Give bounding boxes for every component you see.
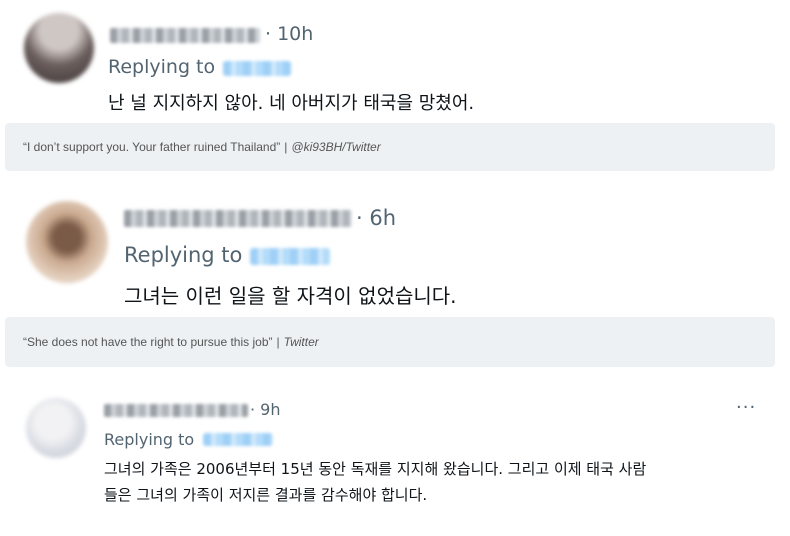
tweet-1: · 10h Replying to 난 널 지지하지 않아. 네 아버지가 태국… bbox=[0, 0, 790, 176]
display-name-blurred[interactable] bbox=[110, 28, 260, 43]
replying-to-handle[interactable] bbox=[250, 248, 330, 265]
tweet-text-line-1: 그녀의 가족은 2006년부터 15년 동안 독재를 지지해 왔습니다. 그리고… bbox=[104, 460, 647, 478]
avatar[interactable] bbox=[26, 398, 86, 458]
caption-separator: | bbox=[284, 140, 288, 154]
caption-quote: “She does not have the right to pursue t… bbox=[23, 335, 273, 349]
tweet-3: · 9h Replying to 그녀의 가족은 2006년부터 15년 동안 … bbox=[0, 385, 790, 536]
tweet-text: 난 널 지지하지 않아. 네 아버지가 태국을 망쳤어. bbox=[108, 93, 475, 114]
tweet-text-line-2: 들은 그녀의 가족이 저지른 결과를 감수해야 합니다. bbox=[104, 486, 428, 504]
caption-quote: “I don’t support you. Your father ruined… bbox=[23, 140, 281, 154]
caption-source: Twitter bbox=[283, 335, 319, 349]
more-options-icon[interactable]: ··· bbox=[736, 397, 756, 418]
translation-caption: “I don’t support you. Your father ruined… bbox=[5, 123, 775, 171]
avatar[interactable] bbox=[26, 201, 108, 283]
tweet-text: 그녀는 이런 일을 할 자격이 없었습니다. bbox=[124, 284, 457, 308]
display-name-blurred[interactable] bbox=[104, 404, 248, 417]
display-name-blurred[interactable] bbox=[124, 210, 352, 227]
replying-to-label: Replying to bbox=[108, 56, 216, 78]
tweet-time[interactable]: · 10h bbox=[265, 23, 313, 45]
tweet-2: · 6h Replying to 그녀는 이런 일을 할 자격이 없었습니다. … bbox=[0, 190, 790, 370]
replying-to-handle[interactable] bbox=[203, 433, 273, 446]
caption-source: @ki93BH/Twitter bbox=[291, 140, 381, 154]
caption-separator: | bbox=[276, 335, 280, 349]
avatar[interactable] bbox=[24, 13, 94, 83]
translation-caption: “She does not have the right to pursue t… bbox=[5, 317, 775, 367]
replying-to-label: Replying to bbox=[104, 430, 195, 449]
tweet-time[interactable]: · 9h bbox=[250, 400, 281, 419]
replying-to-label: Replying to bbox=[124, 243, 243, 267]
tweet-time[interactable]: · 6h bbox=[356, 206, 396, 230]
replying-to-handle[interactable] bbox=[223, 61, 291, 76]
